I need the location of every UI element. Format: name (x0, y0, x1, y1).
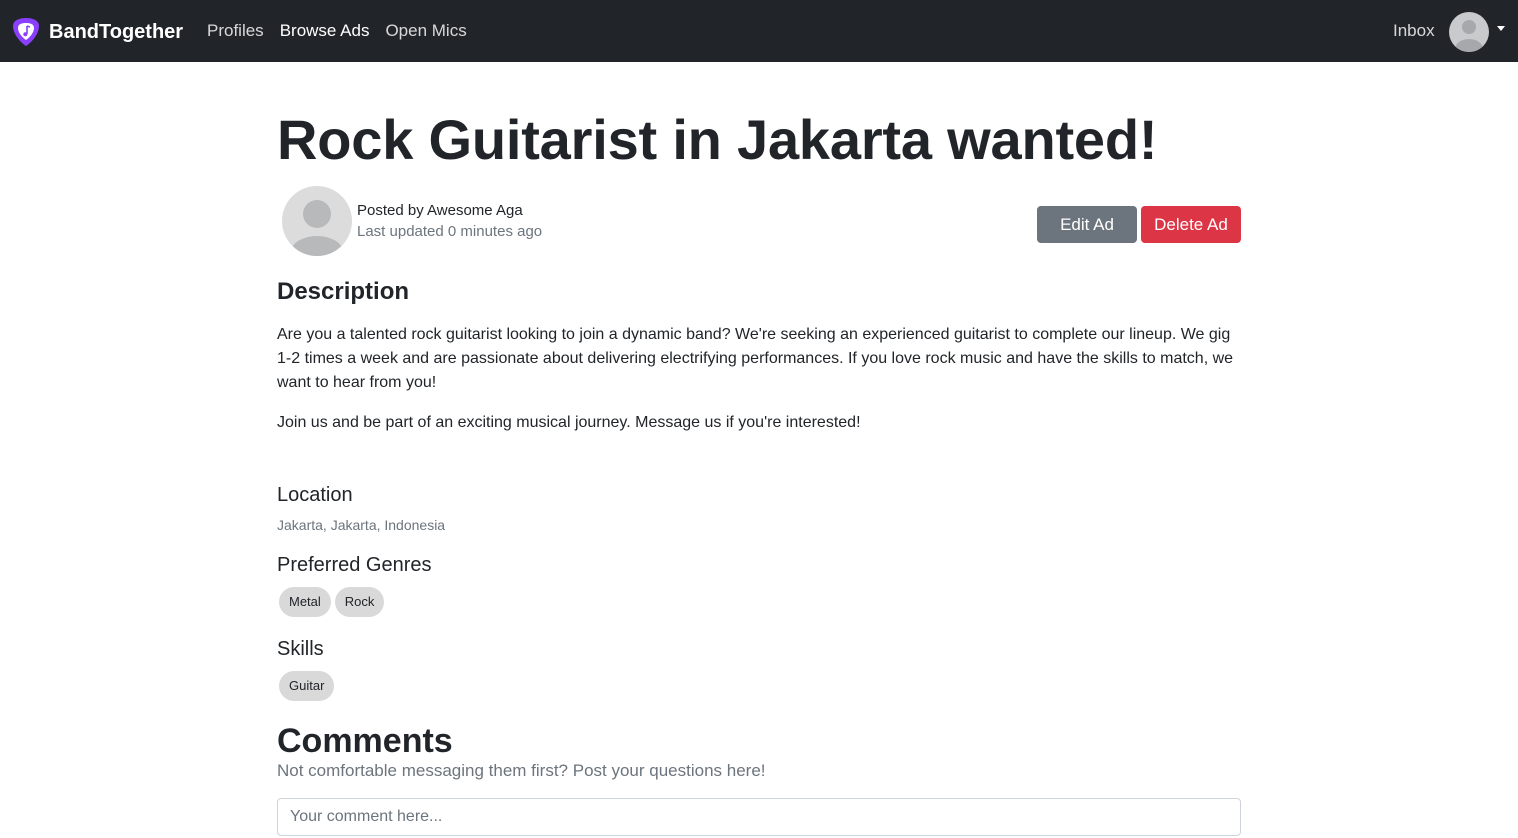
page-title: Rock Guitarist in Jakarta wanted! (277, 108, 1158, 171)
default-user-icon (1455, 20, 1483, 52)
skills-heading: Skills (277, 638, 324, 660)
location-value: Jakarta, Jakarta, Indonesia (277, 517, 446, 533)
poster-avatar (282, 186, 352, 256)
user-avatar-dropdown[interactable] (1449, 12, 1489, 52)
brand-link[interactable]: BandTogether (12, 16, 183, 48)
skill-chip: Guitar (279, 671, 335, 701)
guitar-pick-logo-icon (13, 18, 39, 46)
description-paragraph: Are you a talented rock guitarist lookin… (277, 326, 1234, 391)
genre-chip: Metal (279, 587, 331, 617)
delete-ad-button[interactable]: Delete Ad (1141, 206, 1241, 243)
location-heading: Location (277, 484, 353, 506)
nav-link-inbox[interactable]: Inbox (1393, 21, 1435, 41)
genre-list: Metal Rock (279, 587, 388, 617)
brand-name: BandTogether (49, 20, 184, 43)
comment-input[interactable] (277, 798, 1241, 836)
genre-chip: Rock (334, 587, 385, 617)
nav-links: Profiles Browse Ads Open Mics (207, 21, 483, 41)
nav-link-open-mics[interactable]: Open Mics (385, 21, 466, 41)
caret-down-icon[interactable] (1497, 26, 1505, 31)
comments-heading: Comments (277, 722, 453, 760)
last-updated: Last updated 0 minutes ago (357, 223, 543, 240)
nav-link-browse-ads[interactable]: Browse Ads (280, 21, 370, 41)
description-heading: Description (277, 278, 410, 305)
nav-link-profiles[interactable]: Profiles (207, 21, 264, 41)
navbar: BandTogether Profiles Browse Ads Open Mi… (0, 0, 1518, 62)
posted-by: Posted by Awesome Aga (357, 202, 523, 219)
edit-ad-button[interactable]: Edit Ad (1037, 206, 1137, 243)
comments-subtitle: Not comfortable messaging them first? Po… (277, 761, 766, 780)
skill-list: Guitar (279, 671, 338, 701)
default-user-icon (291, 200, 343, 256)
description-paragraph: Join us and be part of an exciting music… (277, 414, 861, 431)
genres-heading: Preferred Genres (277, 554, 432, 576)
